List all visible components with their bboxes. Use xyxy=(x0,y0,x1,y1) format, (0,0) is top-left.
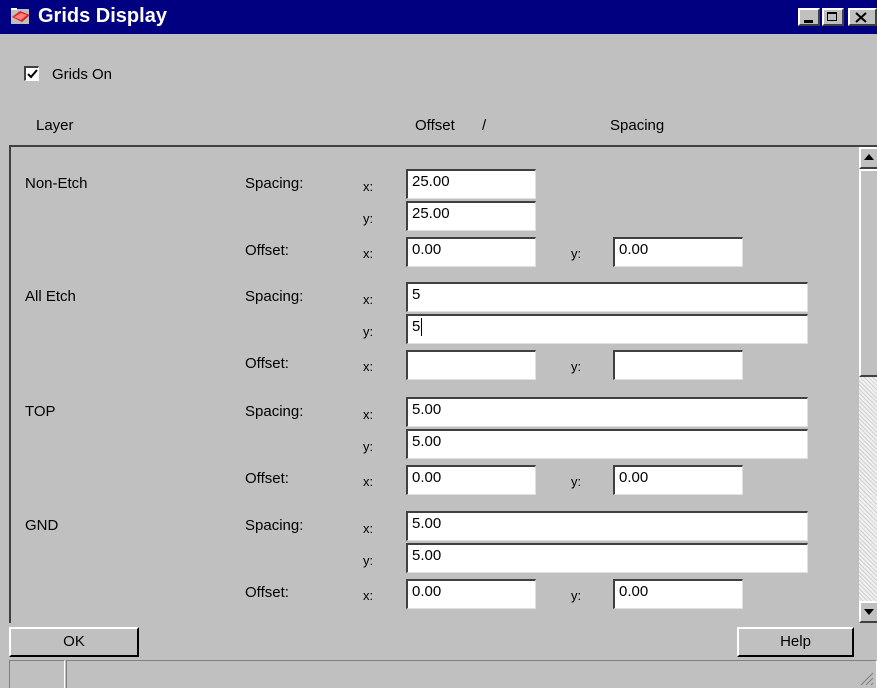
offset-x-input[interactable] xyxy=(406,350,536,380)
offset-x-label: x: xyxy=(363,474,374,489)
text-cursor xyxy=(421,318,422,336)
arrow-down-icon xyxy=(864,609,874,615)
offset-label: Offset: xyxy=(245,584,289,601)
spacing-x-input[interactable]: 25.00 xyxy=(406,169,536,199)
spacing-x-input[interactable]: 5 xyxy=(406,282,808,312)
maximize-icon xyxy=(827,12,837,21)
close-icon xyxy=(855,12,867,23)
spacing-x-input[interactable]: 5.00 xyxy=(406,511,808,541)
offset-label: Offset: xyxy=(245,242,289,259)
offset-x-label: x: xyxy=(363,246,374,261)
layer-column-header: Layer xyxy=(36,117,74,134)
spacing-y-input[interactable]: 25.00 xyxy=(406,201,536,231)
offset-x-input[interactable]: 0.00 xyxy=(406,579,536,609)
window-title: Grids Display xyxy=(38,5,167,27)
status-pane-main xyxy=(66,660,877,688)
offset-y-input[interactable]: 0.00 xyxy=(613,579,743,609)
spacing-y-label: y: xyxy=(363,211,374,226)
spacing-y-label: y: xyxy=(363,553,374,568)
offset-x-input[interactable]: 0.00 xyxy=(406,237,536,267)
offset-y-label: y: xyxy=(571,359,582,374)
arrow-up-icon xyxy=(864,154,874,160)
offset-y-input[interactable]: 0.00 xyxy=(613,465,743,495)
scroll-up-button[interactable] xyxy=(859,147,877,169)
layer-name: GND xyxy=(25,517,59,534)
layers-panel: Non-Etch Spacing: x: y: Offset: x: y: 25.00 25.0… xyxy=(9,145,877,623)
spacing-y-label: y: xyxy=(363,324,374,339)
offset-y-label: y: xyxy=(571,246,582,261)
resize-grip-icon xyxy=(860,672,874,686)
minimize-icon xyxy=(804,20,813,23)
checkmark-icon xyxy=(27,69,38,79)
spacing-label: Spacing: xyxy=(245,517,304,534)
vertical-scrollbar[interactable] xyxy=(859,147,877,623)
offset-y-label: y: xyxy=(571,588,582,603)
spacing-y-input[interactable]: 5.00 xyxy=(406,543,808,573)
spacing-column-header: Spacing xyxy=(610,117,665,134)
close-button[interactable] xyxy=(848,8,877,26)
offset-x-label: x: xyxy=(363,588,374,603)
spacing-y-label: y: xyxy=(363,439,374,454)
grids-on-label: Grids On xyxy=(52,66,113,83)
offset-x-input[interactable]: 0.00 xyxy=(406,465,536,495)
help-button[interactable]: Help xyxy=(737,627,854,657)
scrollbar-thumb[interactable] xyxy=(859,169,877,377)
spacing-label: Spacing: xyxy=(245,288,304,305)
offset-y-input[interactable]: 0.00 xyxy=(613,237,743,267)
header-slash: / xyxy=(482,117,487,134)
spacing-x-label: x: xyxy=(363,521,374,536)
spacing-x-input[interactable]: 5.00 xyxy=(406,397,808,427)
minimize-button[interactable] xyxy=(798,8,820,26)
scroll-down-button[interactable] xyxy=(859,601,877,623)
spacing-x-label: x: xyxy=(363,292,374,307)
layer-name: All Etch xyxy=(25,288,76,305)
offset-label: Offset: xyxy=(245,355,289,372)
spacing-x-label: x: xyxy=(363,179,374,194)
offset-y-label: y: xyxy=(571,474,582,489)
spacing-label: Spacing: xyxy=(245,175,304,192)
spacing-x-label: x: xyxy=(363,407,374,422)
ok-button[interactable]: OK xyxy=(9,627,139,657)
offset-x-label: x: xyxy=(363,359,374,374)
title-bar[interactable]: Grids Display xyxy=(0,0,877,34)
grids-on-checkbox[interactable] xyxy=(24,66,39,81)
layer-name: Non-Etch xyxy=(25,175,88,192)
offset-y-input[interactable] xyxy=(613,350,743,380)
spacing-label: Spacing: xyxy=(245,403,304,420)
spacing-y-input[interactable]: 5 xyxy=(406,314,808,344)
app-icon xyxy=(11,8,30,24)
offset-label: Offset: xyxy=(245,470,289,487)
spacing-y-input[interactable]: 5.00 xyxy=(406,429,808,459)
maximize-button[interactable] xyxy=(822,8,844,26)
layer-name: TOP xyxy=(25,403,56,420)
status-pane-left xyxy=(9,660,65,688)
offset-column-header: Offset xyxy=(415,117,455,134)
